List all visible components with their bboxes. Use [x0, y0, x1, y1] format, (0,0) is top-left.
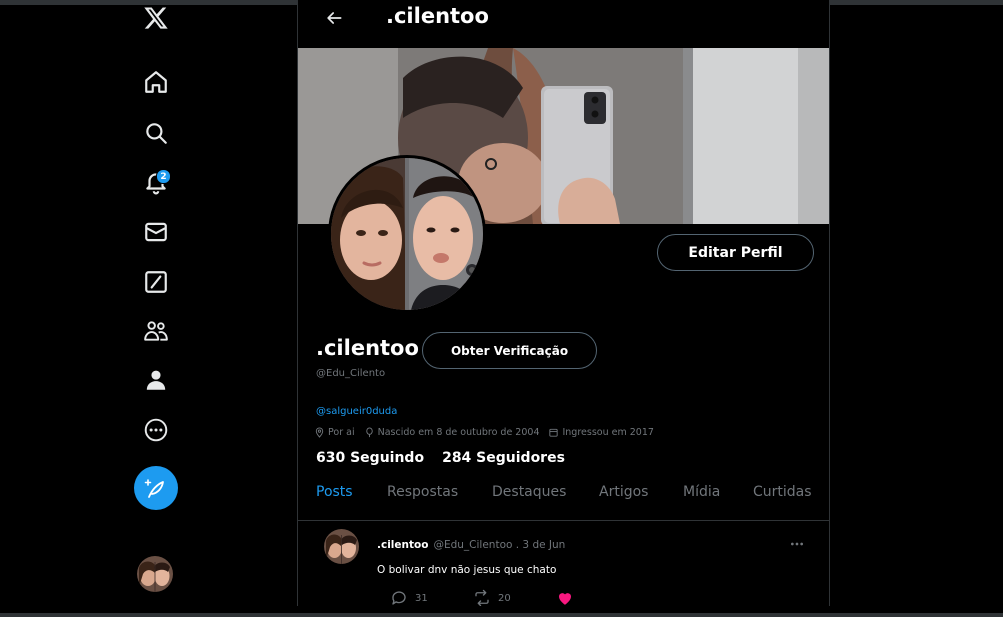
calendar-icon: [549, 428, 559, 437]
nav-more[interactable]: [128, 410, 184, 450]
bio-mention-link[interactable]: @salgueir0duda: [316, 406, 397, 417]
birth-item: Nascido em 8 de outubro de 2004: [364, 427, 540, 438]
x-logo[interactable]: [128, 0, 184, 38]
nav-grok[interactable]: [128, 262, 184, 302]
post-avatar[interactable]: [324, 529, 359, 564]
account-avatar[interactable]: [137, 556, 173, 592]
location-text: Por ai: [328, 427, 355, 438]
nav-messages[interactable]: [128, 212, 184, 252]
profile-avatar[interactable]: [328, 155, 486, 313]
grok-icon: [145, 271, 167, 293]
followers-count[interactable]: 284 Seguidores: [442, 450, 565, 466]
post-header: .cilentoo @Edu_Cilentoo . 3 de Jun: [377, 539, 565, 551]
joined-text: Ingressou em 2017: [562, 427, 654, 438]
back-button[interactable]: [320, 6, 348, 30]
more-icon: [144, 418, 168, 442]
profile-handle: @Edu_Cilento: [316, 368, 386, 379]
more-horizontal-icon: [791, 542, 803, 546]
x-logo-icon: [144, 7, 168, 29]
tab-media[interactable]: Mídia: [683, 484, 720, 500]
communities-icon: [144, 321, 168, 341]
post-author-name[interactable]: .cilentoo: [377, 539, 428, 551]
profile-tabs: Posts Respostas Destaques Artigos Mídia …: [298, 476, 829, 521]
display-name: .cilentoo: [316, 336, 419, 360]
location-pin-icon: [315, 427, 324, 438]
post-text: O bolivar dnv não jesus que chato: [377, 564, 557, 576]
compose-button[interactable]: [134, 466, 178, 510]
window-bottom-border: [0, 613, 1003, 617]
tab-articles[interactable]: Artigos: [599, 484, 648, 500]
reply-icon: [392, 591, 406, 605]
compose-icon: [144, 479, 164, 498]
tab-posts[interactable]: Posts: [316, 484, 353, 500]
repost-icon: [475, 589, 489, 606]
tab-likes[interactable]: Curtidas: [753, 484, 812, 500]
reply-count: 31: [415, 592, 428, 604]
following-count[interactable]: 630 Seguindo: [316, 450, 424, 466]
sidebar: 2: [128, 0, 184, 617]
balloon-icon: [365, 427, 373, 438]
profile-meta: Por ai Nascido em 8 de outubro de 2004 I…: [314, 427, 663, 438]
tab-highlights[interactable]: Destaques: [492, 484, 566, 500]
edit-profile-button[interactable]: Editar Perfil: [657, 234, 814, 271]
arrow-left-icon: [327, 12, 342, 24]
get-verified-button[interactable]: Obter Verificação: [422, 332, 597, 369]
location-item: Por ai: [314, 427, 355, 438]
repost-count: 20: [498, 592, 511, 604]
repost-button[interactable]: 20: [473, 589, 511, 606]
notification-badge: 2: [156, 169, 171, 184]
nav-explore[interactable]: [128, 113, 184, 153]
tab-replies[interactable]: Respostas: [387, 484, 458, 500]
post-handle-date: @Edu_Cilentoo . 3 de Jun: [433, 539, 566, 551]
post-more-button[interactable]: [786, 535, 808, 553]
reply-button[interactable]: 31: [390, 589, 428, 606]
profile-icon: [146, 370, 166, 390]
post-avatar-image: [324, 529, 359, 564]
profile-header: .cilentoo: [298, 0, 829, 48]
search-icon: [146, 123, 167, 144]
home-icon: [145, 71, 167, 93]
nav-communities[interactable]: [128, 311, 184, 351]
birth-text: Nascido em 8 de outubro de 2004: [377, 427, 540, 438]
nav-profile[interactable]: [128, 360, 184, 400]
heart-filled-icon: [559, 593, 571, 605]
follow-stats: 630 Seguindo 284 Seguidores: [316, 450, 565, 466]
nav-notifications[interactable]: 2: [128, 162, 184, 202]
account-avatar-image: [137, 556, 173, 592]
profile-column: .cilentoo Editar Perfil .cilentoo Obter …: [297, 0, 830, 606]
post-item[interactable]: .cilentoo @Edu_Cilentoo . 3 de Jun O boli…: [298, 521, 829, 606]
profile-avatar-image: [331, 158, 483, 310]
nav-home[interactable]: [128, 62, 184, 102]
mail-icon: [145, 222, 167, 242]
like-button[interactable]: [556, 589, 581, 606]
header-title: .cilentoo: [386, 4, 489, 28]
joined-item: Ingressou em 2017: [548, 427, 654, 438]
